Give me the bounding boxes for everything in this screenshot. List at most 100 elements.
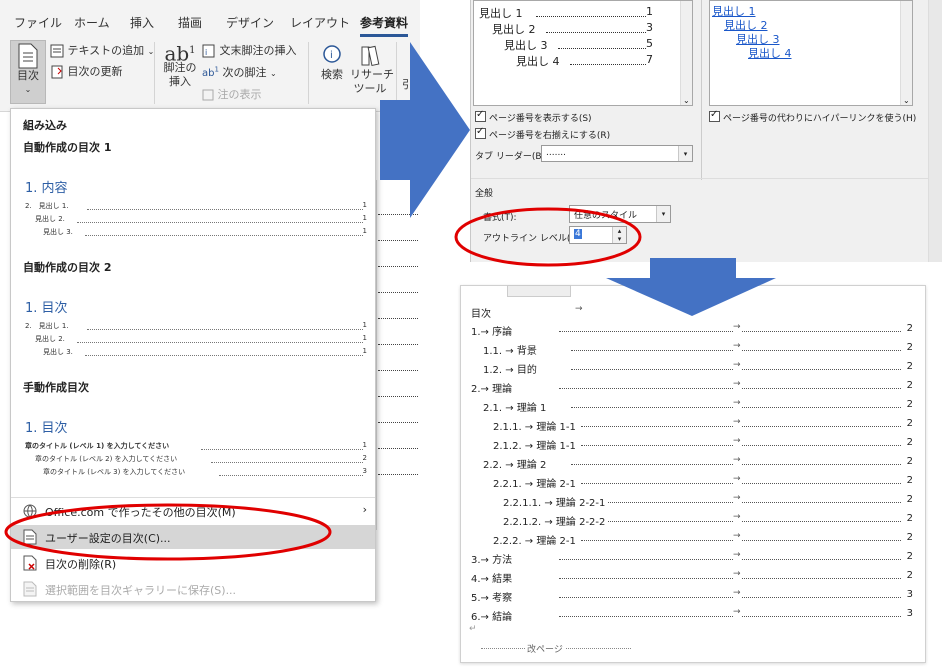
toc-leader xyxy=(77,342,363,343)
tab-file[interactable]: ファイル xyxy=(14,14,62,31)
chevron-down-icon: ⌄ xyxy=(683,96,690,105)
toc-entry-row[interactable]: 3.→ 方法 → 2 xyxy=(471,548,915,566)
toc-entry-row[interactable]: 2.2.1. → 理論 2-1 → 2 xyxy=(471,472,915,490)
show-notes-label: 注の表示 xyxy=(217,88,262,101)
outline-level-spinner[interactable]: 4 ▴ ▾ xyxy=(569,226,627,244)
toc-line: 章のタイトル (レベル 2) を入力してください xyxy=(35,455,178,463)
next-footnote-icon: ab1 xyxy=(202,65,219,79)
toc-gallery-auto1[interactable]: 自動作成の目次 1 1. 内容 2. 見出し 1. 1 見出し 2. 1 見出し… xyxy=(11,133,375,257)
tab-insert[interactable]: 挿入 xyxy=(130,14,154,31)
bg-dotted-line xyxy=(378,448,418,449)
update-toc-button[interactable]: 目次の更新 xyxy=(50,63,123,79)
web-preview-scrollbar[interactable]: ⌄ xyxy=(900,1,912,105)
preview-page-2: 3 xyxy=(646,21,653,34)
use-hyperlinks-label: ページ番号の代わりにハイパーリンクを使う(H) xyxy=(723,114,917,124)
toc-entry-row[interactable]: 2.1.1. → 理論 1-1 → 2 xyxy=(471,415,915,433)
insert-footnote-button[interactable]: ab1 脚注の 挿入 xyxy=(160,44,200,89)
toc-entry-row[interactable]: 2.1.2. → 理論 1-1 → 2 xyxy=(471,434,915,452)
show-notes-button[interactable]: 注の表示 xyxy=(202,86,262,102)
tab-arrow-icon: → xyxy=(733,569,741,579)
background-document-page xyxy=(376,180,420,530)
toc-entry-row[interactable]: 2.2.1.2. → 理論 2-2-2 → 2 xyxy=(471,510,915,528)
show-page-numbers-checkbox[interactable] xyxy=(475,109,486,122)
use-hyperlinks-checkbox[interactable] xyxy=(709,109,720,122)
toc-entry-text: 1.2. → 目的 xyxy=(483,361,539,376)
toc-entry-row[interactable]: 4.→ 結果 → 2 xyxy=(471,567,915,585)
toc-entry-page: 2 xyxy=(906,570,913,581)
toc-page: 1 xyxy=(362,334,367,342)
toc-entry-leader xyxy=(581,445,901,446)
toc-line: 章のタイトル (レベル 3) を入力してください xyxy=(43,468,186,476)
toc-entry-row[interactable]: 2.2.1.1. → 理論 2-2-1 → 2 xyxy=(471,491,915,509)
citation-button[interactable]: 引用 xyxy=(402,76,424,92)
bg-dotted-line xyxy=(378,292,418,293)
tab-layout[interactable]: レイアウト xyxy=(290,14,350,31)
citation-label: 引用 xyxy=(402,78,424,91)
preview-leader xyxy=(570,64,646,65)
add-text-button[interactable]: テキストの追加 ⌄ xyxy=(50,42,154,58)
toc-entry-row[interactable]: 6.→ 結論 → 3 xyxy=(471,605,915,623)
toc-entry-leader xyxy=(559,616,901,617)
toc-button-label: 目次 xyxy=(17,69,39,82)
tab-arrow-icon: → xyxy=(733,474,741,484)
tab-arrow-icon: → xyxy=(733,531,741,541)
outline-level-label: アウトライン レベル(L): xyxy=(483,234,582,244)
manual-heading: 手動作成目次 xyxy=(23,381,89,394)
ribbon-separator xyxy=(308,42,309,104)
next-footnote-button[interactable]: ab1 次の脚注 ⌄ xyxy=(202,64,277,80)
toc-entry-text: 6.→ 結論 xyxy=(471,608,515,623)
toc-entry-row[interactable]: 2.2. → 理論 2 → 2 xyxy=(471,453,915,471)
tab-arrow-icon: → xyxy=(733,322,741,332)
toc-settings-dialog: 見出し 1 1 見出し 2 3 見出し 3 5 見出し 4 7 ⌄ 見出し 1 … xyxy=(470,0,942,262)
toc-header-row: 目次 → xyxy=(471,302,911,320)
toc-page: 1 xyxy=(362,227,367,235)
tab-home[interactable]: ホーム xyxy=(74,14,110,31)
toc-dropdown-menu: 組み込み 自動作成の目次 1 1. 内容 2. 見出し 1. 1 見出し 2. … xyxy=(10,108,376,602)
toc-entry-text: 2.1.1. → 理論 1-1 xyxy=(493,418,578,433)
web-preview-link-4[interactable]: 見出し 4 xyxy=(748,45,792,61)
toc-entry-row[interactable]: 1.2. → 目的 → 2 xyxy=(471,358,915,376)
dialog-scrollbar[interactable] xyxy=(928,0,942,262)
research-tool-button[interactable]: リサーチ ツール xyxy=(350,44,394,96)
dialog-divider xyxy=(701,0,702,180)
save-gallery-icon xyxy=(23,581,37,597)
toc-button[interactable]: 目次 ⌄ xyxy=(10,40,46,104)
toc-line: 見出し 3. xyxy=(43,348,73,356)
insert-endnote-button[interactable]: i 文末脚注の挿入 xyxy=(202,42,297,58)
preview-scrollbar[interactable]: ⌄ xyxy=(680,1,692,105)
toc-entry-row[interactable]: 2.→ 理論 → 2 xyxy=(471,377,915,395)
tab-leader-select[interactable]: ....... ▾ xyxy=(541,145,693,162)
delete-toc-item[interactable]: 目次の削除(R) xyxy=(11,551,375,575)
bg-dotted-line xyxy=(378,344,418,345)
preview-heading-2: 見出し 2 xyxy=(492,23,536,36)
tab-draw[interactable]: 描画 xyxy=(178,14,202,31)
toc-gallery-manual[interactable]: 手動作成目次 1. 目次 章のタイトル (レベル 1) を入力してください 1 … xyxy=(11,373,375,497)
toc-line: 見出し 3. xyxy=(43,228,73,236)
toc-entry-row[interactable]: 2.1. → 理論 1 → 2 xyxy=(471,396,915,414)
toc-entry-row[interactable]: 5.→ 考察 → 3 xyxy=(471,586,915,604)
search-button[interactable]: i 検索 xyxy=(316,44,348,82)
format-select[interactable]: 任意のスタイル ▾ xyxy=(569,205,671,223)
svg-text:i: i xyxy=(205,48,207,57)
toc-field-handle[interactable] xyxy=(507,285,571,297)
custom-toc-item[interactable]: ユーザー設定の目次(C)... xyxy=(11,525,375,549)
toc-entry-row[interactable]: 2.2.2. → 理論 2-1 → 2 xyxy=(471,529,915,547)
show-page-numbers-label: ページ番号を表示する(S) xyxy=(489,114,592,124)
toc-entry-leader xyxy=(559,388,901,389)
globe-icon xyxy=(23,504,37,518)
add-text-label: テキストの追加 xyxy=(67,44,145,57)
toc-leader xyxy=(87,209,363,210)
research-books-icon xyxy=(361,45,380,67)
save-selection-item[interactable]: 選択範囲を目次ギャラリーに保存(S)... xyxy=(11,577,375,601)
toc-entry-row[interactable]: 1.1. → 背景 → 2 xyxy=(471,339,915,357)
tab-arrow-icon: → xyxy=(733,550,741,560)
office-more-toc-item[interactable]: Office.com で作ったその他の目次(M) › xyxy=(11,499,375,523)
toc-gallery-auto2[interactable]: 自動作成の目次 2 1. 目次 2. 見出し 1. 1 見出し 2. 1 見出し… xyxy=(11,253,375,377)
preview-leader xyxy=(536,16,646,17)
update-toc-icon xyxy=(51,65,63,79)
spinner-arrows-icon[interactable]: ▴ ▾ xyxy=(612,227,626,243)
right-align-checkbox[interactable] xyxy=(475,126,486,139)
toc-entry-row[interactable]: 1.→ 序論 → 2 xyxy=(471,320,915,338)
tab-design[interactable]: デザイン xyxy=(226,14,274,31)
tab-references[interactable]: 参考資料 xyxy=(360,14,409,37)
